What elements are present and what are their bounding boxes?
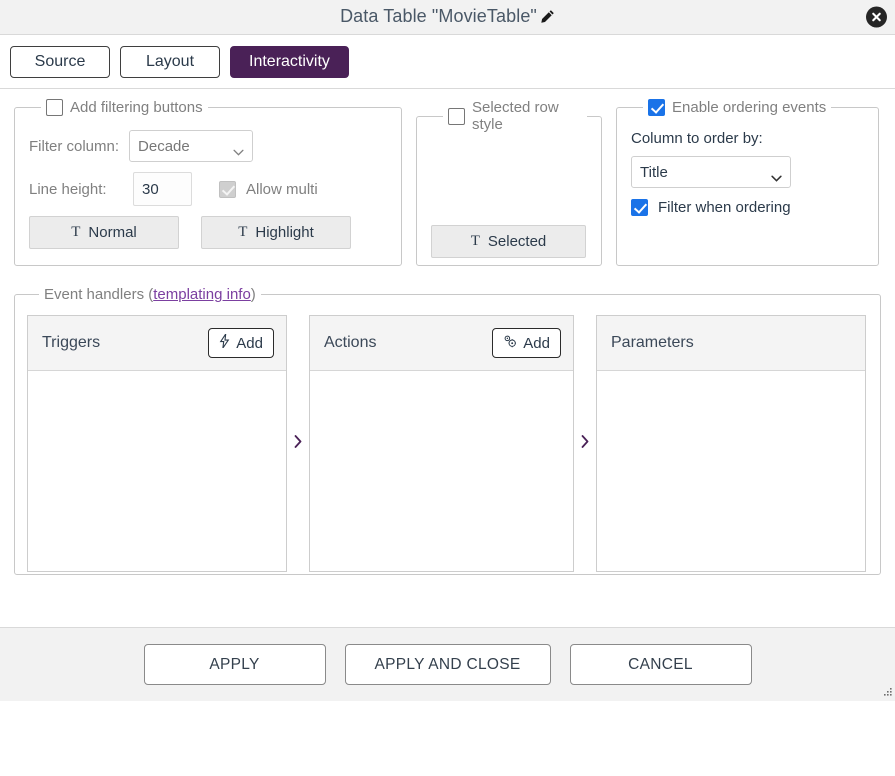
triggers-list[interactable] <box>28 371 286 571</box>
tab-bar: Source Layout Interactivity <box>0 35 895 89</box>
event-handlers-panels: Triggers Add Actions <box>27 315 868 572</box>
apply-and-close-button[interactable]: APPLY AND CLOSE <box>345 644 551 685</box>
filter-column-select-wrap: Decade <box>129 130 253 162</box>
filtering-buttons-legend: Add filtering buttons <box>41 99 208 116</box>
chevron-right-icon <box>581 435 589 452</box>
actions-list[interactable] <box>310 371 573 571</box>
selected-style-button[interactable]: T Selected <box>431 225 586 258</box>
text-style-icon: T <box>471 233 480 250</box>
highlight-style-button[interactable]: T Highlight <box>201 216 351 249</box>
event-handlers-legend: Event handlers (templating info) <box>39 286 261 303</box>
ordering-events-group: Enable ordering events Column to order b… <box>616 99 879 266</box>
interactivity-panel: Add filtering buttons Filter column: Dec… <box>0 89 895 701</box>
highlight-style-label: Highlight <box>255 224 313 241</box>
text-style-icon: T <box>238 224 247 241</box>
event-handlers-legend-suffix: ) <box>251 286 256 303</box>
selected-row-style-group: Selected row style T Selected <box>416 99 602 266</box>
apply-button[interactable]: APPLY <box>144 644 326 685</box>
title-bar: Data Table "MovieTable" <box>0 0 895 35</box>
filtering-buttons-group: Add filtering buttons Filter column: Dec… <box>14 99 402 266</box>
cancel-button[interactable]: CANCEL <box>570 644 752 685</box>
parameters-list[interactable] <box>597 371 865 571</box>
window-title: Data Table "MovieTable" <box>340 6 555 29</box>
event-handlers-legend-prefix: Event handlers ( <box>44 286 153 303</box>
actions-title: Actions <box>324 334 376 352</box>
event-handlers-group: Event handlers (templating info) Trigger… <box>14 286 881 575</box>
actions-panel-header: Actions Add <box>310 316 573 371</box>
enable-ordering-events-label: Enable ordering events <box>672 99 826 116</box>
text-style-icon: T <box>71 224 80 241</box>
normal-style-button[interactable]: T Normal <box>29 216 179 249</box>
selected-row-style-label: Selected row style <box>472 99 582 133</box>
allow-multi-checkbox[interactable] <box>219 181 236 198</box>
filter-column-label: Filter column: <box>29 138 119 155</box>
triggers-panel-header: Triggers Add <box>28 316 286 371</box>
order-column-select[interactable]: Title <box>631 156 791 188</box>
close-window-button[interactable] <box>866 7 887 28</box>
resize-grip-icon[interactable] <box>880 686 893 699</box>
enable-ordering-events-checkbox[interactable] <box>648 99 665 116</box>
add-trigger-button[interactable]: Add <box>208 328 274 358</box>
add-filtering-buttons-checkbox[interactable] <box>46 99 63 116</box>
tab-interactivity[interactable]: Interactivity <box>230 46 349 78</box>
parameters-title: Parameters <box>611 334 694 352</box>
close-icon <box>870 11 883 24</box>
line-height-input[interactable] <box>133 172 192 206</box>
parameters-panel: Parameters <box>596 315 866 572</box>
triggers-panel: Triggers Add <box>27 315 287 572</box>
order-column-label: Column to order by: <box>631 130 864 147</box>
selected-row-style-legend: Selected row style <box>443 99 587 133</box>
pencil-icon[interactable] <box>540 8 555 29</box>
add-action-button[interactable]: Add <box>492 328 561 358</box>
filter-column-select[interactable]: Decade <box>129 130 253 162</box>
filter-when-ordering-label: Filter when ordering <box>658 199 791 216</box>
lightning-bolt-icon <box>219 334 230 352</box>
actions-parameters-separator <box>574 315 596 572</box>
selected-row-style-spacer <box>431 143 587 225</box>
templating-info-link[interactable]: templating info <box>153 286 251 303</box>
tab-layout[interactable]: Layout <box>120 46 220 78</box>
parameters-panel-header: Parameters <box>597 316 865 371</box>
settings-row: Add filtering buttons Filter column: Dec… <box>14 99 881 266</box>
add-filtering-buttons-label: Add filtering buttons <box>70 99 203 116</box>
order-column-select-wrap: Title <box>631 156 791 188</box>
selected-style-label: Selected <box>488 233 546 250</box>
gears-icon <box>503 334 517 352</box>
actions-panel: Actions Add <box>309 315 574 572</box>
allow-multi-label: Allow multi <box>246 181 318 198</box>
window-title-text: Data Table "MovieTable" <box>340 6 537 26</box>
filter-when-ordering-checkbox[interactable] <box>631 199 648 216</box>
normal-style-label: Normal <box>88 224 136 241</box>
tab-source[interactable]: Source <box>10 46 110 78</box>
dialog-footer: APPLY APPLY AND CLOSE CANCEL <box>0 627 895 701</box>
add-trigger-label: Add <box>236 335 263 352</box>
add-action-label: Add <box>523 335 550 352</box>
chevron-right-icon <box>294 435 302 452</box>
ordering-events-legend: Enable ordering events <box>643 99 831 116</box>
line-height-label: Line height: <box>29 181 123 198</box>
triggers-title: Triggers <box>42 334 100 352</box>
triggers-actions-separator <box>287 315 309 572</box>
selected-row-style-checkbox[interactable] <box>448 108 465 125</box>
